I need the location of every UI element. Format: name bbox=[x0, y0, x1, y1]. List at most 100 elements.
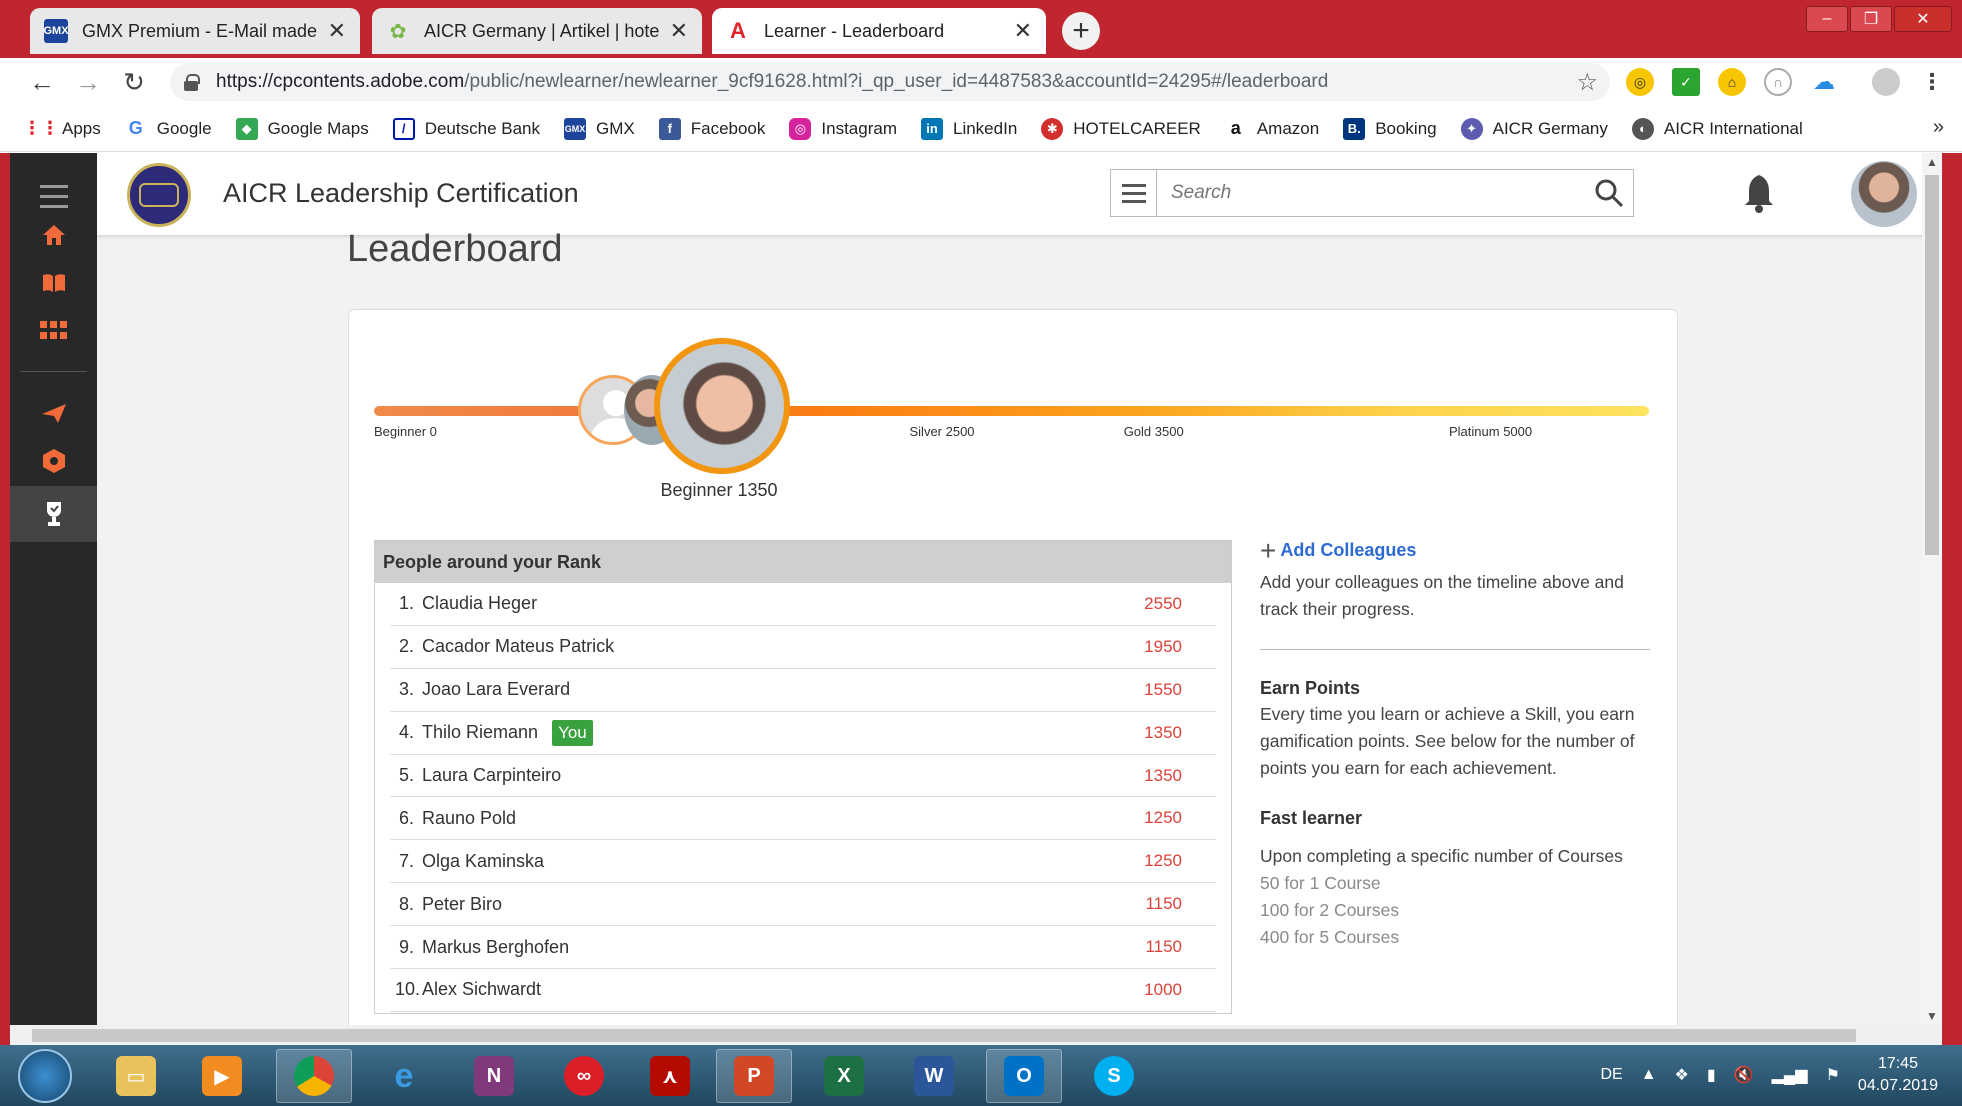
bookmark-star-icon[interactable]: ☆ bbox=[1576, 68, 1598, 97]
scrollbar-thumb[interactable] bbox=[32, 1029, 1856, 1042]
tray-overflow-icon[interactable]: ▲ bbox=[1641, 1066, 1657, 1084]
close-tab-icon[interactable]: ✕ bbox=[328, 18, 346, 44]
horizontal-scrollbar[interactable] bbox=[10, 1025, 1942, 1045]
taskbar-onenote[interactable]: N bbox=[456, 1049, 532, 1103]
current-level-label: Beginner 1350 bbox=[660, 480, 778, 500]
bookmark-aicr-germany[interactable]: ✦ AICR Germany bbox=[1460, 117, 1608, 140]
scroll-down-icon[interactable]: ▼ bbox=[1926, 1009, 1938, 1023]
sidebar-item-badges[interactable] bbox=[10, 433, 97, 489]
network-signal-icon[interactable]: ▂▄▆ bbox=[1772, 1065, 1808, 1085]
start-button[interactable] bbox=[18, 1049, 72, 1103]
bookmark-instagram[interactable]: ◎ Instagram bbox=[789, 117, 897, 140]
taskbar-explorer[interactable]: ▭ bbox=[98, 1049, 174, 1103]
grid-icon bbox=[39, 321, 67, 339]
bookmark-google[interactable]: G Google bbox=[125, 118, 212, 140]
word-icon: W bbox=[914, 1056, 954, 1096]
sidebar-item-leaderboard[interactable] bbox=[10, 486, 97, 542]
bookmarks-overflow-icon[interactable]: » bbox=[1933, 116, 1944, 139]
table-row[interactable]: 10. Alex Sichwardt 1000 bbox=[390, 969, 1216, 1012]
extension-search-icon[interactable]: ◎ bbox=[1626, 68, 1654, 96]
extension-headset-icon[interactable]: ∩ bbox=[1764, 68, 1792, 96]
search-filter-menu-icon[interactable] bbox=[1111, 170, 1157, 216]
taskbar-skype[interactable]: S bbox=[1076, 1049, 1152, 1103]
taskbar-outlook[interactable]: O bbox=[986, 1049, 1062, 1103]
taskbar-media[interactable]: ▶ bbox=[184, 1049, 260, 1103]
progress-level-label: Gold 3500 bbox=[1123, 424, 1184, 439]
search-icon[interactable] bbox=[1585, 170, 1633, 216]
extension-cloud-icon[interactable]: ☁ bbox=[1810, 68, 1838, 96]
scroll-up-icon[interactable]: ▲ bbox=[1926, 155, 1938, 169]
menu-kebab-icon[interactable]: ⋮ bbox=[1918, 68, 1946, 96]
extension-check-icon[interactable]: ✓ bbox=[1672, 68, 1700, 96]
participant-points: 1950 bbox=[1144, 636, 1182, 656]
table-row[interactable]: 6. Rauno Pold 1250 bbox=[390, 797, 1216, 841]
user-avatar[interactable] bbox=[1851, 161, 1917, 227]
volume-muted-icon[interactable]: 🔇 bbox=[1734, 1065, 1754, 1085]
table-row[interactable]: 5. Laura Carpinteiro 1350 bbox=[390, 755, 1216, 798]
tab-leaderboard[interactable]: A Learner - Leaderboard ✕ bbox=[712, 8, 1046, 54]
table-row[interactable]: 7. Olga Kaminska 1250 bbox=[390, 840, 1216, 884]
google-icon: G bbox=[128, 118, 143, 138]
taskbar-excel[interactable]: X bbox=[806, 1049, 882, 1103]
add-colleagues-description: Add your colleagues on the timeline abov… bbox=[1260, 572, 1624, 619]
bookmark-gmx[interactable]: GMX GMX bbox=[564, 117, 635, 140]
bookmark-booking[interactable]: B. Booking bbox=[1343, 117, 1437, 140]
clock[interactable]: 17:45 04.07.2019 bbox=[1858, 1053, 1938, 1097]
table-row[interactable]: 1. Claudia Heger 2550 bbox=[390, 583, 1216, 626]
bookmark-facebook[interactable]: f Facebook bbox=[658, 117, 766, 140]
profile-icon[interactable] bbox=[1872, 68, 1900, 96]
power-icon[interactable]: ▮ bbox=[1707, 1065, 1716, 1085]
search-input[interactable] bbox=[1157, 170, 1585, 216]
bookmark-deutsche-bank[interactable]: / Deutsche Bank bbox=[392, 117, 540, 140]
bookmark-apps[interactable]: ⋮⋮ Apps bbox=[23, 118, 101, 140]
tab-hotelkit[interactable]: ✿ AICR Germany | Artikel | hotelkit ✕ bbox=[372, 8, 702, 54]
back-button[interactable]: ← bbox=[26, 66, 58, 98]
hexagon-badge-icon bbox=[42, 449, 65, 473]
onenote-icon: N bbox=[474, 1056, 514, 1096]
new-tab-button[interactable]: + bbox=[1062, 12, 1100, 50]
bookmark-amazon[interactable]: a Amazon bbox=[1225, 118, 1319, 140]
minimize-button[interactable]: ‒ bbox=[1806, 6, 1848, 32]
bookmark-aicr-international[interactable]: ◐ AICR International bbox=[1631, 117, 1803, 140]
taskbar-word[interactable]: W bbox=[896, 1049, 972, 1103]
table-row[interactable]: 3. Joao Lara Everard 1550 bbox=[390, 669, 1216, 712]
table-row-current-user[interactable]: 4. Thilo Riemann You 1350 bbox=[390, 712, 1216, 755]
table-row[interactable]: 9. Markus Berghofen 1150 bbox=[390, 926, 1216, 970]
vertical-scrollbar[interactable]: ▲ ▼ bbox=[1922, 153, 1942, 1025]
participant-points: 1150 bbox=[1145, 894, 1182, 914]
taskbar-powerpoint[interactable]: P bbox=[716, 1049, 792, 1103]
bookmark-label: Facebook bbox=[690, 118, 766, 138]
forward-button[interactable]: → bbox=[72, 66, 104, 98]
bookmark-hotelcareer[interactable]: ✱ HOTELCAREER bbox=[1041, 117, 1201, 140]
earn-points-heading: Earn Points bbox=[1260, 678, 1361, 698]
language-indicator[interactable]: DE bbox=[1600, 1066, 1622, 1084]
bookmark-google-maps[interactable]: ◆ Google Maps bbox=[235, 117, 369, 140]
bookmark-linkedin[interactable]: in LinkedIn bbox=[921, 117, 1017, 140]
add-colleagues-link[interactable]: + Add Colleagues bbox=[1260, 536, 1650, 564]
tab-title: AICR Germany | Artikel | hotelkit bbox=[424, 20, 660, 41]
tab-gmx[interactable]: GMX GMX Premium - E-Mail made in G ✕ bbox=[30, 8, 360, 54]
table-row[interactable]: 8. Peter Biro 1150 bbox=[390, 883, 1216, 927]
address-bar[interactable]: https://cpcontents.adobe.com/public/newl… bbox=[170, 63, 1610, 101]
taskbar-ie[interactable]: e bbox=[366, 1049, 442, 1103]
extension-home-icon[interactable]: ⌂ bbox=[1718, 68, 1746, 96]
maximize-button[interactable]: ❐ bbox=[1850, 6, 1892, 32]
taskbar-chrome[interactable] bbox=[276, 1049, 352, 1103]
taskbar-acrobat[interactable]: ⋏ bbox=[632, 1049, 708, 1103]
notification-bell-icon[interactable] bbox=[1743, 173, 1775, 218]
close-tab-icon[interactable]: ✕ bbox=[670, 18, 688, 44]
participant-name: Joao Lara Everard bbox=[422, 679, 571, 700]
aicr-logo[interactable] bbox=[127, 163, 191, 227]
scrollbar-thumb[interactable] bbox=[1925, 175, 1939, 555]
close-window-button[interactable]: ✕ bbox=[1894, 6, 1952, 32]
booking-icon: B. bbox=[1343, 117, 1366, 140]
close-tab-icon[interactable]: ✕ bbox=[1014, 18, 1032, 44]
taskbar-creative-cloud[interactable]: ∞ bbox=[546, 1049, 622, 1103]
reload-button[interactable]: ↻ bbox=[118, 66, 150, 98]
sidebar-item-apps[interactable] bbox=[10, 303, 97, 359]
flag-icon[interactable]: ⚑ bbox=[1826, 1065, 1840, 1085]
dropbox-icon[interactable]: ❖ bbox=[1675, 1065, 1689, 1085]
table-row[interactable]: 2. Cacador Mateus Patrick 1950 bbox=[390, 626, 1216, 669]
rank-number: 3. bbox=[398, 679, 414, 700]
progress-level-label: Silver 2500 bbox=[909, 424, 975, 439]
